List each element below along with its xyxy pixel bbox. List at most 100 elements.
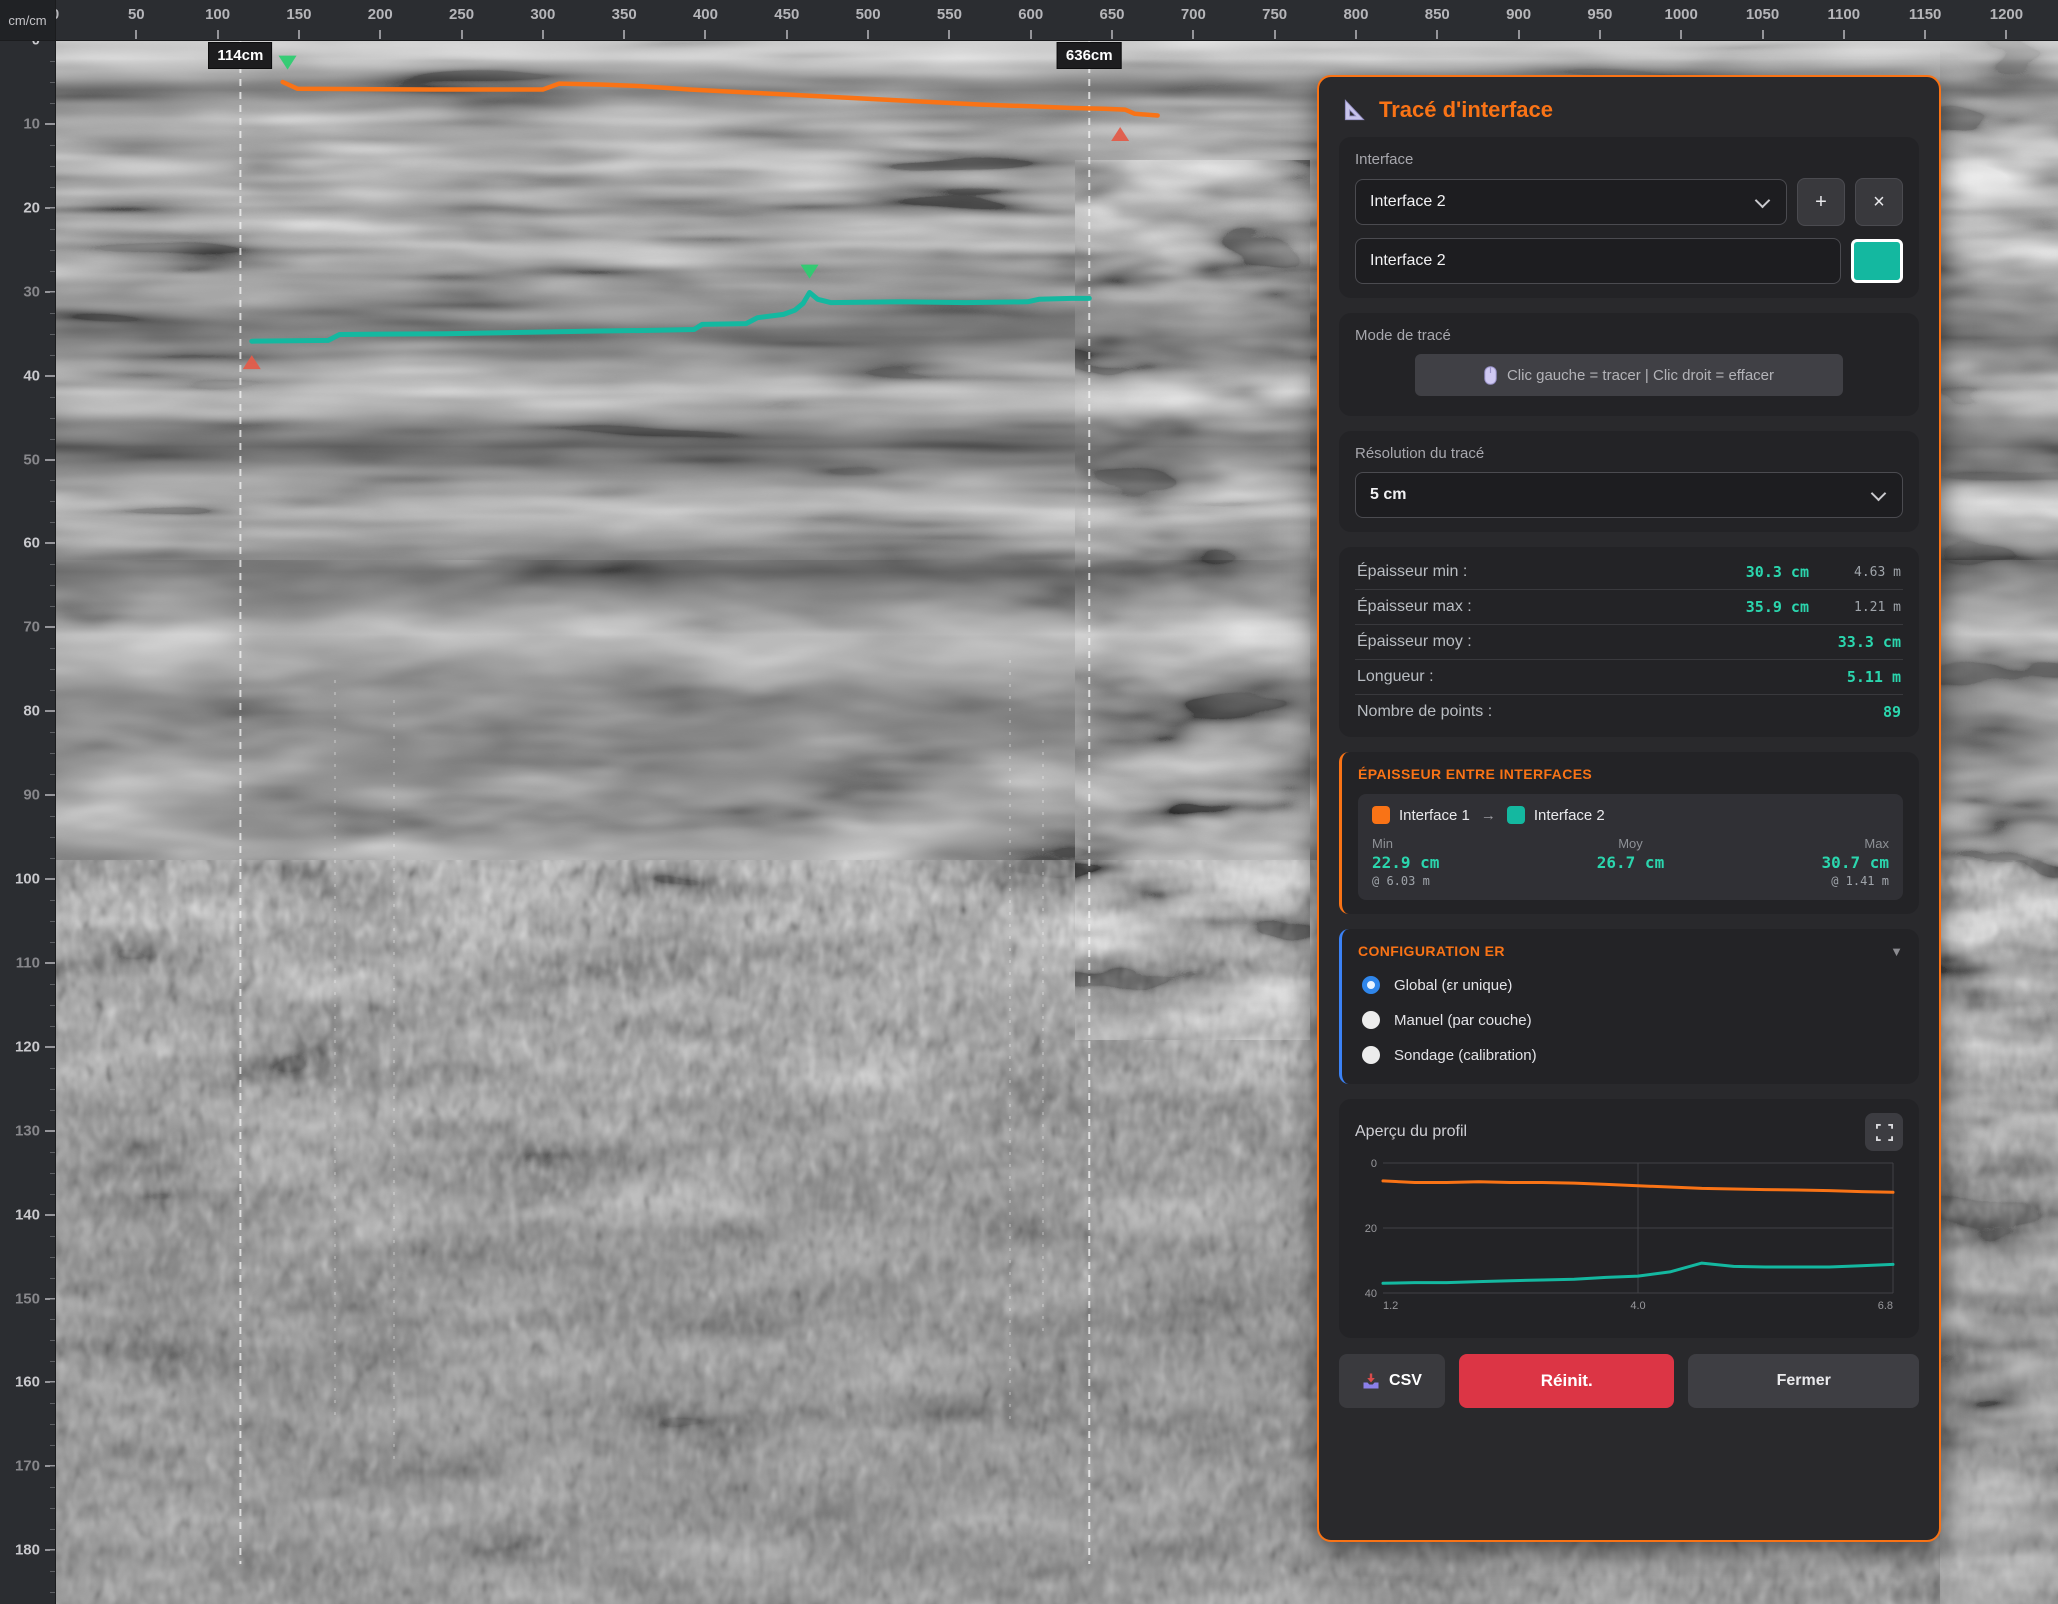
thickness-moy: Moy 26.7 cm	[1544, 836, 1716, 888]
interface-select[interactable]: Interface 2	[1355, 179, 1787, 225]
stat-row-moy: Épaisseur moy : 33.3 cm	[1355, 625, 1903, 660]
guide-position-label: 636cm	[1057, 42, 1122, 69]
thickness-title: ÉPAISSEUR ENTRE INTERFACES	[1358, 766, 1903, 782]
ruler-tick-label: 300	[530, 6, 555, 23]
stats-card: Épaisseur min : 30.3 cm 4.63 m Épaisseur…	[1339, 547, 1919, 737]
ruler-minor-tick	[50, 145, 55, 146]
ruler-tick-label: 700	[1181, 6, 1206, 23]
ruler-tick	[786, 30, 788, 39]
panel-header: Tracé d'interface	[1341, 97, 1917, 123]
ruler-tick-label: 50	[128, 6, 145, 23]
interface-name-input[interactable]: Interface 2	[1355, 238, 1841, 284]
panel-title: Tracé d'interface	[1379, 97, 1553, 123]
ruler-tick-label: 170	[15, 1458, 40, 1475]
ruler-minor-tick	[50, 1194, 55, 1195]
interface-2-swatch	[1507, 806, 1525, 824]
export-csv-button[interactable]: CSV	[1339, 1354, 1445, 1408]
reset-button[interactable]: Réinit.	[1459, 1354, 1674, 1408]
ruler-unit-label: cm/cm	[0, 0, 56, 41]
expand-button[interactable]	[1865, 1113, 1903, 1151]
ruler-tick	[867, 30, 869, 39]
ruler-minor-tick	[50, 1278, 55, 1279]
thickness-card: ÉPAISSEUR ENTRE INTERFACES Interface 1 →…	[1339, 752, 1919, 914]
interface-color-picker[interactable]	[1851, 239, 1903, 283]
ruler-minor-tick	[50, 858, 55, 859]
ruler-minor-tick	[50, 1026, 55, 1027]
interface-2-label: Interface 2	[1534, 807, 1605, 824]
ruler-tick	[45, 123, 55, 125]
fullscreen-icon	[1876, 1124, 1893, 1141]
ruler-minor-tick	[50, 271, 55, 272]
set-square-icon	[1341, 97, 1367, 123]
profile-preview-chart[interactable]: 020401.24.06.8	[1355, 1155, 1907, 1319]
ruler-tick-label: 250	[449, 6, 474, 23]
ruler-tick-label: 550	[937, 6, 962, 23]
collapse-icon[interactable]: ▼	[1890, 944, 1903, 959]
ruler-tick-label: 20	[23, 199, 40, 216]
ruler-tick-label: 850	[1425, 6, 1450, 23]
ruler-minor-tick	[50, 1424, 55, 1425]
interface-name-value: Interface 2	[1370, 252, 1446, 270]
ruler-minor-tick	[50, 690, 55, 691]
stat-row-min: Épaisseur min : 30.3 cm 4.63 m	[1355, 555, 1903, 590]
horizontal-ruler: 0501001502002503003504004505005506006507…	[0, 0, 2058, 41]
ruler-tick	[1599, 30, 1601, 39]
ruler-tick-label: 1000	[1665, 6, 1698, 23]
ruler-tick-label: 30	[23, 283, 40, 300]
svg-text:4.0: 4.0	[1630, 1300, 1645, 1312]
ruler-tick	[1030, 30, 1032, 39]
ruler-tick	[298, 30, 300, 39]
ruler-tick	[45, 962, 55, 964]
guide-position-label: 114cm	[208, 42, 272, 69]
radio-icon[interactable]	[1362, 976, 1380, 994]
ruler-minor-tick	[50, 1550, 55, 1551]
thickness-min: Min 22.9 cm @ 6.03 m	[1372, 836, 1544, 888]
ruler-tick-label: 1150	[1909, 6, 1942, 23]
thickness-legend: Interface 1 → Interface 2	[1372, 806, 1889, 824]
ruler-tick-label: 60	[23, 535, 40, 552]
ruler-minor-tick	[50, 900, 55, 901]
ruler-minor-tick	[50, 606, 55, 607]
thickness-box: Interface 1 → Interface 2 Min 22.9 cm @ …	[1358, 794, 1903, 900]
svg-text:1.2: 1.2	[1383, 1300, 1398, 1312]
ruler-tick	[948, 30, 950, 39]
ruler-tick-label: 140	[15, 1206, 40, 1223]
ruler-tick	[623, 30, 625, 39]
ruler-tick-label: 100	[15, 871, 40, 888]
ruler-minor-tick	[50, 648, 55, 649]
gpr-application: 0501001502002503003504004505005506006507…	[0, 0, 2058, 1604]
config-er-card: CONFIGURATION ER ▼ Global (εr unique) Ma…	[1339, 929, 1919, 1084]
svg-text:40: 40	[1365, 1288, 1377, 1300]
ruler-minor-tick	[50, 942, 55, 943]
ruler-tick	[45, 710, 55, 712]
ruler-minor-tick	[50, 732, 55, 733]
resolution-select[interactable]: 5 cm	[1355, 472, 1903, 518]
ruler-tick-label: 950	[1587, 6, 1612, 23]
ruler-minor-tick	[50, 313, 55, 314]
close-button[interactable]: Fermer	[1688, 1354, 1919, 1408]
ruler-tick-label: 900	[1506, 6, 1531, 23]
ruler-tick-label: 200	[368, 6, 393, 23]
ruler-tick	[45, 878, 55, 880]
ruler-minor-tick	[50, 397, 55, 398]
ruler-tick-label: 350	[612, 6, 637, 23]
ruler-tick	[1192, 30, 1194, 39]
radio-icon[interactable]	[1362, 1046, 1380, 1064]
mode-hint-badge: Clic gauche = tracer | Clic droit = effa…	[1415, 354, 1842, 396]
add-interface-button[interactable]: +	[1797, 178, 1845, 226]
ruler-minor-tick	[50, 522, 55, 523]
ruler-tick-label: 800	[1343, 6, 1368, 23]
radio-option-manuel[interactable]: Manuel (par couche)	[1358, 1011, 1903, 1029]
ruler-minor-tick	[50, 1152, 55, 1153]
ruler-minor-tick	[50, 1110, 55, 1111]
delete-interface-button[interactable]: ×	[1855, 178, 1903, 226]
ruler-minor-tick	[50, 1173, 55, 1174]
profile-preview-title: Aperçu du profil	[1355, 1123, 1467, 1141]
ruler-tick-label: 120	[15, 1038, 40, 1055]
ruler-tick-label: 1200	[1990, 6, 2023, 23]
radio-option-global[interactable]: Global (εr unique)	[1358, 976, 1903, 994]
ruler-tick	[1924, 30, 1926, 39]
radio-option-sondage[interactable]: Sondage (calibration)	[1358, 1046, 1903, 1064]
radio-icon[interactable]	[1362, 1011, 1380, 1029]
ruler-minor-tick	[50, 753, 55, 754]
